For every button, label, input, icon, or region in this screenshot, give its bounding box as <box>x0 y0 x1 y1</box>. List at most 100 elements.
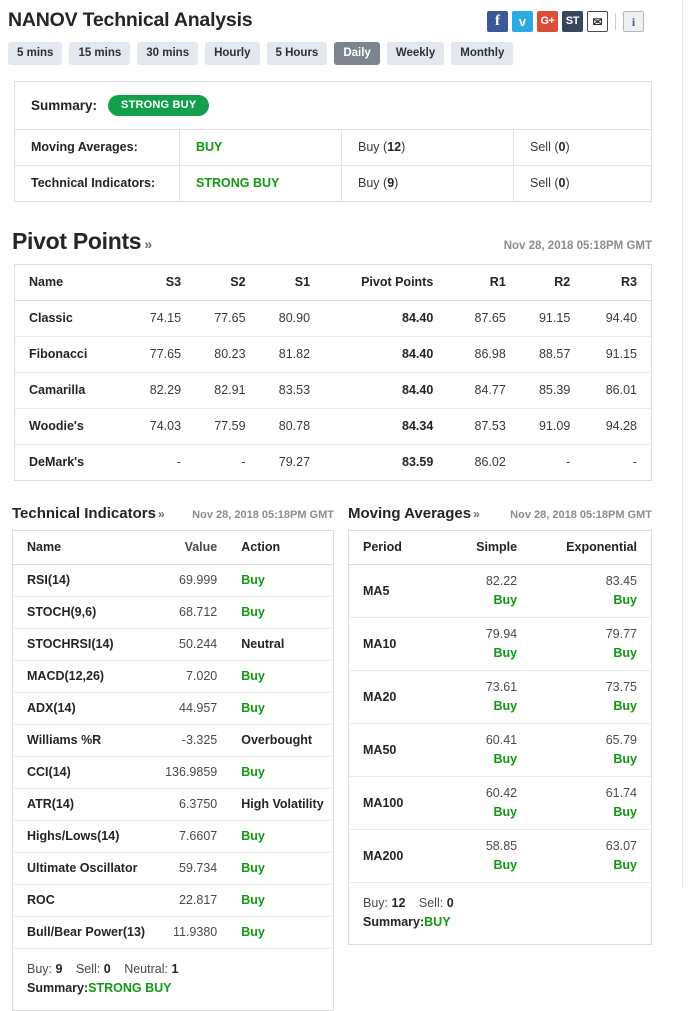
cell-value: 6.3750 <box>155 788 228 821</box>
cell-value: 50.244 <box>155 628 228 661</box>
table-row: Highs/Lows(14) 7.6607 Buy <box>13 820 334 853</box>
cell-period: MA200 <box>349 829 453 883</box>
tab-5-mins[interactable]: 5 mins <box>8 42 63 65</box>
cell-action: High Volatility <box>227 788 334 821</box>
cell-r1: 87.53 <box>449 408 514 445</box>
buy-label: Buy: <box>27 962 53 976</box>
tab-hourly[interactable]: Hourly <box>205 42 260 65</box>
email-share-icon[interactable]: ✉ <box>587 11 608 32</box>
cell-name: Woodie's <box>15 408 125 445</box>
table-header-row: Name Value Action <box>13 531 334 565</box>
cell-pp: 84.40 <box>318 372 450 409</box>
exponential-value: 83.45 <box>605 574 637 588</box>
cell-s2: 82.91 <box>189 372 254 409</box>
moving-averages-table: Period Simple Exponential MA5 82.22 Buy 83.45… <box>349 531 651 883</box>
cell-name: Bull/Bear Power(13) <box>13 916 156 949</box>
summary-value: BUY <box>424 915 451 929</box>
tab-weekly[interactable]: Weekly <box>386 42 445 65</box>
stocktwits-share-icon[interactable]: ST <box>562 11 583 32</box>
column-header: Pivot Points <box>318 265 450 301</box>
tab-monthly[interactable]: Monthly <box>451 42 514 65</box>
pivot-points-timestamp: Nov 28, 2018 05:18PM GMT <box>503 240 652 252</box>
chevron-right-icon[interactable]: » <box>144 236 152 252</box>
cell-exponential: 83.45 Buy <box>539 564 651 618</box>
technical-indicators-title: Technical Indicators» <box>12 505 165 522</box>
exponential-value: 79.77 <box>605 627 637 641</box>
cell-action: Buy <box>227 916 334 949</box>
cell-action: Buy <box>227 756 334 789</box>
tab-30-mins[interactable]: 30 mins <box>137 42 199 65</box>
cell-s1: 80.90 <box>253 300 319 337</box>
simple-action: Buy <box>493 593 518 607</box>
buy-count: 9 <box>55 962 63 976</box>
summary-row-sell-count: Sell (0) <box>530 176 570 190</box>
simple-action: Buy <box>493 646 518 660</box>
exponential-value: 73.75 <box>605 680 637 694</box>
cell-name: Highs/Lows(14) <box>13 820 156 853</box>
exponential-action: Buy <box>613 646 637 660</box>
cell-r3: 94.40 <box>578 300 651 337</box>
twitter-share-icon[interactable]: ᴠ <box>512 11 533 32</box>
cell-s3: - <box>176 455 182 469</box>
tab-daily[interactable]: Daily <box>334 42 380 65</box>
cell-r3: 91.15 <box>578 336 651 373</box>
cell-period: MA50 <box>349 723 453 777</box>
technical-indicators-summary: Summary:STRONG BUY <box>27 979 319 998</box>
cell-value: 44.957 <box>155 692 228 725</box>
table-row: MA20 73.61 Buy 73.75 Buy <box>349 670 651 724</box>
moving-averages-panel: Moving Averages» Nov 28, 2018 05:18PM GM… <box>348 505 652 945</box>
cell-name: MACD(12,26) <box>13 660 156 693</box>
google-plus-share-icon[interactable]: G+ <box>537 11 558 32</box>
cell-simple: 60.42 Buy <box>453 776 540 830</box>
cell-name: ADX(14) <box>13 692 156 725</box>
summary-status-badge: STRONG BUY <box>108 95 210 116</box>
exponential-action: Buy <box>613 805 637 819</box>
cell-pp: 84.40 <box>318 336 450 373</box>
cell-period: MA100 <box>349 776 453 830</box>
cell-name: CCI(14) <box>13 756 156 789</box>
table-row: Bull/Bear Power(13) 11.9380 Buy <box>13 916 334 949</box>
summary-row: Technical Indicators: STRONG BUY Buy (9) Se… <box>15 166 651 201</box>
chevron-right-icon[interactable]: » <box>158 507 165 521</box>
exponential-value: 63.07 <box>605 839 637 853</box>
summary-row-signal: BUY <box>180 130 342 165</box>
moving-averages-header: Moving Averages» Nov 28, 2018 05:18PM GM… <box>348 505 652 522</box>
facebook-share-icon[interactable]: f <box>487 11 508 32</box>
exponential-value: 65.79 <box>605 733 637 747</box>
table-row: MA10 79.94 Buy 79.77 Buy <box>349 617 651 671</box>
cell-simple: 58.85 Buy <box>453 829 540 883</box>
cell-exponential: 61.74 Buy <box>539 776 651 830</box>
cell-name: DeMark's <box>29 455 85 469</box>
simple-value: 60.42 <box>485 786 518 800</box>
cell-s2: 80.23 <box>189 336 254 373</box>
cell-name: ROC <box>13 884 156 917</box>
cell-pp: 83.59 <box>402 455 434 469</box>
summary-row-buy-count: Buy (9) <box>342 166 514 201</box>
summary-header: Summary: STRONG BUY <box>15 82 651 130</box>
sell-count: 0 <box>103 962 111 976</box>
cell-name: ATR(14) <box>13 788 156 821</box>
cell-period: MA5 <box>349 564 453 618</box>
moving-averages-summary: Summary:BUY <box>363 913 637 932</box>
simple-value: 58.85 <box>485 839 518 853</box>
sell-label: Sell: <box>418 896 444 910</box>
sell-label: Sell: <box>75 962 101 976</box>
cell-value: -3.325 <box>155 724 228 757</box>
summary-row: Moving Averages: BUY Buy (12) Sell (0) <box>15 130 651 166</box>
table-header-row: Name S3 S2 S1 Pivot Points R1 R2 R3 <box>15 265 651 301</box>
neutral-count: 1 <box>171 962 179 976</box>
tab-5-hours[interactable]: 5 Hours <box>266 42 328 65</box>
cell-action: Buy <box>227 820 334 853</box>
moving-averages-footer: Buy: 12 Sell: 0 Summary:BUY <box>349 883 651 944</box>
exponential-action: Buy <box>613 858 637 872</box>
cell-s3: 77.65 <box>124 336 190 373</box>
column-header: S1 <box>253 265 319 301</box>
chevron-right-icon[interactable]: » <box>473 507 480 521</box>
cell-name: Camarilla <box>15 372 125 409</box>
cell-value: 68.712 <box>155 596 228 629</box>
tab-15-mins[interactable]: 15 mins <box>69 42 131 65</box>
summary-label: Summary: <box>31 98 98 113</box>
simple-action: Buy <box>493 752 518 766</box>
info-icon[interactable]: i <box>623 11 644 32</box>
moving-averages-counts: Buy: 12 Sell: 0 <box>363 894 637 913</box>
